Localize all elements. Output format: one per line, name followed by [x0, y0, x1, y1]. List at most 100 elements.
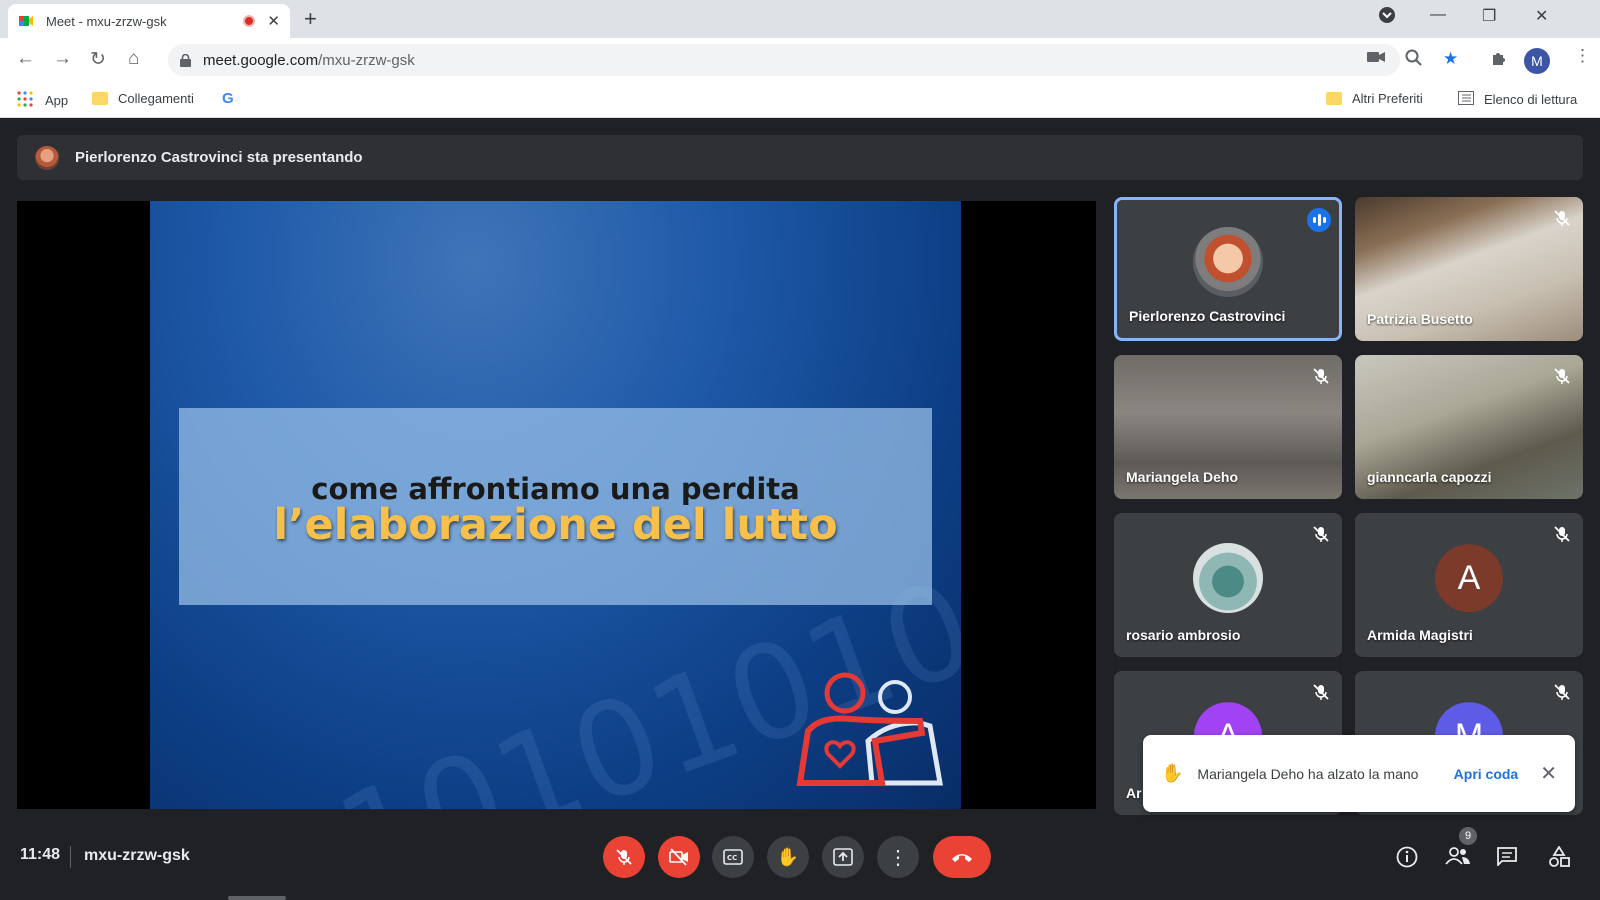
- camera-off-icon: [669, 848, 688, 866]
- address-bar[interactable]: meet.google.com/mxu-zrzw-gsk: [168, 44, 1400, 76]
- raise-hand-button[interactable]: ✋: [767, 836, 809, 878]
- zoom-icon[interactable]: [1405, 49, 1423, 72]
- hang-up-icon: [952, 854, 972, 862]
- mic-off-icon: [1554, 210, 1570, 226]
- google-g-icon: G: [222, 90, 234, 107]
- notification-message: Mariangela Deho ha alzato la mano: [1197, 765, 1419, 782]
- participant-tile[interactable]: Patrizia Busetto: [1355, 197, 1583, 341]
- chat-button[interactable]: [1496, 846, 1518, 872]
- presenter-avatar: [35, 145, 59, 170]
- participant-tile[interactable]: A Armida Magistri: [1355, 513, 1583, 657]
- slide-title: l’elaborazione del lutto: [273, 500, 838, 550]
- participant-tile[interactable]: Mariangela Deho: [1114, 355, 1342, 499]
- bookmark-google[interactable]: G: [222, 90, 234, 107]
- meeting-controls-bar: 11:48 mxu-zrzw-gsk CC ✋ ⋮: [0, 820, 1600, 900]
- presentation-stage[interactable]: 1010101010 come affrontiamo una perdita …: [17, 201, 1096, 809]
- bookmark-folder-collegamenti[interactable]: Collegamenti: [92, 91, 194, 106]
- mic-off-icon: [1554, 684, 1570, 700]
- home-icon[interactable]: ⌂: [128, 48, 139, 70]
- new-tab-icon[interactable]: +: [304, 6, 317, 32]
- camera-toggle-button[interactable]: [658, 836, 700, 878]
- minimize-icon[interactable]: —: [1430, 6, 1446, 24]
- participant-name: rosario ambrosio: [1126, 627, 1241, 643]
- url-text: meet.google.com/mxu-zrzw-gsk: [203, 51, 415, 69]
- reading-list[interactable]: Elenco di lettura: [1458, 91, 1577, 108]
- info-icon: [1396, 846, 1418, 868]
- presenting-text: Pierlorenzo Castrovinci sta presentando: [75, 149, 363, 166]
- browser-tab-meet[interactable]: Meet - mxu-zrzw-gsk ✕: [8, 4, 290, 38]
- camera-in-use-icon[interactable]: [1367, 49, 1385, 69]
- restore-icon[interactable]: ❐: [1482, 6, 1496, 26]
- bookmark-folder-other[interactable]: Altri Preferiti: [1326, 91, 1423, 106]
- participant-avatar: [1193, 227, 1263, 297]
- participant-name: Mariangela Deho: [1126, 469, 1239, 485]
- scroll-indicator: [228, 896, 286, 900]
- back-icon[interactable]: ←: [16, 48, 35, 70]
- participant-tile[interactable]: gianncarla capozzi: [1355, 355, 1583, 499]
- slide-title-panel: come affrontiamo una perdita l’elaborazi…: [179, 408, 932, 605]
- tab-search-icon[interactable]: [1378, 6, 1396, 29]
- raised-hand-icon: ✋: [1161, 763, 1184, 783]
- participant-name: gianncarla capozzi: [1367, 469, 1492, 485]
- mic-off-icon: [1313, 368, 1329, 384]
- more-options-button[interactable]: ⋮: [877, 836, 919, 878]
- mic-toggle-button[interactable]: [603, 836, 645, 878]
- reload-icon[interactable]: ↻: [90, 48, 106, 71]
- reading-list-icon: [1458, 91, 1474, 108]
- participant-name: Armida Magistri: [1367, 627, 1473, 643]
- mic-off-icon: [1554, 526, 1570, 542]
- participants-button[interactable]: [1445, 846, 1471, 872]
- meeting-clock: 11:48: [20, 846, 61, 863]
- participant-name: Ar: [1126, 785, 1142, 801]
- people-icon: [1445, 847, 1470, 865]
- chat-icon: [1497, 847, 1517, 868]
- divider: [70, 846, 71, 868]
- support-figures-logo-icon: [796, 672, 943, 786]
- present-icon: [833, 848, 853, 866]
- bookmark-apps[interactable]: App: [17, 91, 68, 110]
- participant-name: Pierlorenzo Castrovinci: [1129, 308, 1286, 324]
- activities-shapes-icon: [1549, 845, 1570, 867]
- participants-count-badge: 9: [1459, 827, 1477, 845]
- meeting-code: mxu-zrzw-gsk: [84, 847, 190, 864]
- participant-avatar: [1193, 543, 1263, 613]
- bookmarks-bar: App Collegamenti G Altri Preferiti Elenc…: [0, 82, 1600, 118]
- raised-hand-notification: ✋ Mariangela Deho ha alzato la mano Apri…: [1143, 735, 1575, 812]
- close-notification-icon[interactable]: ✕: [1540, 761, 1557, 786]
- bookmark-star-icon[interactable]: ★: [1443, 49, 1458, 69]
- folder-icon: [1326, 92, 1342, 105]
- chrome-menu-icon[interactable]: ⋮: [1574, 46, 1591, 66]
- participant-initial-avatar: A: [1435, 544, 1503, 613]
- browser-tab-strip: Meet - mxu-zrzw-gsk ✕ + — ❐ ✕: [0, 0, 1600, 38]
- mic-off-icon: [1554, 368, 1570, 384]
- leave-call-button[interactable]: [933, 836, 991, 878]
- forward-icon[interactable]: →: [53, 48, 72, 70]
- extensions-icon[interactable]: [1490, 49, 1508, 72]
- mic-off-icon: [1313, 684, 1329, 700]
- present-screen-button[interactable]: [822, 836, 864, 878]
- captions-button[interactable]: CC: [712, 836, 754, 878]
- hand-icon: ✋: [776, 846, 800, 867]
- tab-title: Meet - mxu-zrzw-gsk: [46, 13, 167, 29]
- participant-name: Patrizia Busetto: [1367, 311, 1473, 327]
- presentation-slide: 1010101010 come affrontiamo una perdita …: [150, 201, 961, 809]
- recording-indicator-icon: [243, 15, 256, 27]
- meeting-info-button[interactable]: [1396, 846, 1418, 874]
- profile-avatar[interactable]: M: [1524, 48, 1550, 74]
- folder-icon: [92, 92, 108, 105]
- apps-grid-icon: [17, 91, 33, 110]
- browser-toolbar: ← → ↻ ⌂ meet.google.com/mxu-zrzw-gsk ★ M…: [0, 38, 1600, 82]
- mic-off-icon: [616, 849, 632, 865]
- activities-button[interactable]: [1548, 845, 1570, 874]
- meet-favicon-icon: [18, 13, 34, 29]
- close-window-icon[interactable]: ✕: [1535, 6, 1548, 26]
- participant-tile[interactable]: rosario ambrosio: [1114, 513, 1342, 657]
- participant-tile[interactable]: Pierlorenzo Castrovinci: [1114, 197, 1342, 341]
- svg-text:CC: CC: [727, 854, 737, 862]
- open-queue-link[interactable]: Apri coda: [1454, 766, 1519, 782]
- presenting-banner: Pierlorenzo Castrovinci sta presentando: [17, 135, 1583, 180]
- lock-icon: [180, 53, 191, 67]
- captions-icon: CC: [723, 849, 743, 865]
- close-tab-icon[interactable]: ✕: [267, 12, 280, 30]
- more-vert-icon: ⋮: [888, 846, 908, 869]
